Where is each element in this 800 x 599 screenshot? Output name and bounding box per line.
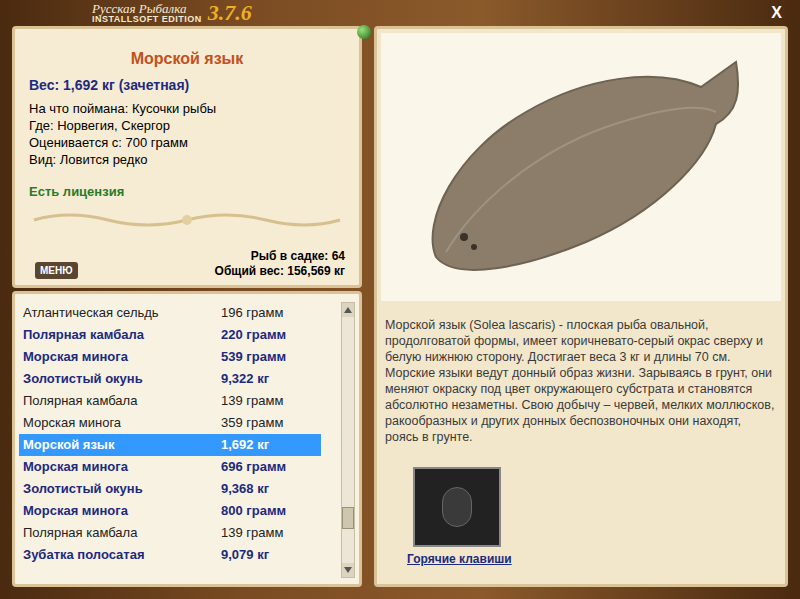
catch-name: Золотистый окунь	[23, 479, 221, 499]
fish-image	[381, 33, 781, 301]
keepnet-count: Рыб в садке: 64	[251, 249, 345, 264]
catch-weight: 220 грамм	[221, 325, 321, 345]
fish-detail: Где: Норвегия, Скергор	[29, 117, 345, 134]
scroll-down-icon[interactable]	[342, 563, 354, 577]
catch-list-panel: Атлантическая сельдь196 граммПолярная ка…	[12, 291, 362, 587]
catch-name: Золотистый окунь	[23, 369, 221, 389]
license: Есть лицензия	[29, 182, 345, 202]
catch-weight: 9,079 кг	[221, 545, 321, 565]
left-column: Морской язык Вес: 1,692 кг (зачетная) На…	[12, 26, 362, 587]
catch-row[interactable]: Морская минога539 грамм	[19, 346, 321, 368]
catch-name: Морская минога	[23, 347, 221, 367]
menu-button[interactable]: МЕНЮ	[35, 262, 78, 279]
fish-detail: Вид: Ловится редко	[29, 151, 345, 168]
fish-weight: Вес: 1,692 кг (зачетная)	[29, 75, 345, 96]
catch-name: Полярная камбала	[23, 391, 221, 411]
catch-weight: 696 грамм	[221, 457, 321, 477]
fish-detail: Оценивается с: 700 грамм	[29, 134, 345, 151]
content: Морской язык Вес: 1,692 кг (зачетная) На…	[12, 26, 788, 587]
catch-weight: 196 грамм	[221, 303, 321, 323]
catch-name: Полярная камбала	[23, 523, 221, 543]
catch-name: Полярная камбала	[23, 325, 221, 345]
catch-name: Зубатка полосатая	[23, 545, 221, 565]
hotkeys-thumbnail[interactable]	[413, 467, 501, 547]
catch-weight: 139 грамм	[221, 391, 321, 411]
pin-icon	[357, 25, 371, 39]
flourish	[29, 210, 345, 230]
catch-weight: 1,692 кг	[221, 435, 321, 455]
catch-list: Атлантическая сельдь196 граммПолярная ка…	[19, 302, 337, 578]
catch-name: Морская минога	[23, 501, 221, 521]
catch-row[interactable]: Полярная камбала220 грамм	[19, 324, 321, 346]
catch-name: Морской язык	[23, 435, 221, 455]
catch-name: Морская минога	[23, 457, 221, 477]
catch-weight: 9,322 кг	[221, 369, 321, 389]
catch-row[interactable]: Морская минога696 грамм	[19, 456, 321, 478]
fish-detail: На что поймана: Кусочки рыбы	[29, 100, 345, 117]
hotkeys-link[interactable]: Горячие клавиши	[407, 550, 512, 568]
catch-name: Атлантическая сельдь	[23, 303, 221, 323]
right-panel: Морской язык (Solea lascaris) - плоская …	[374, 26, 788, 587]
catch-row[interactable]: Золотистый окунь9,322 кг	[19, 368, 321, 390]
catch-row[interactable]: Морской язык1,692 кг	[19, 434, 321, 456]
fish-description: Морской язык (Solea lascaris) - плоская …	[377, 305, 785, 445]
edition: INSTALLSOFT EDITION	[92, 15, 202, 24]
title-bar: Русская Рыбалка INSTALLSOFT EDITION 3.7.…	[12, 0, 788, 26]
close-button[interactable]: X	[771, 1, 788, 25]
scroll-up-icon[interactable]	[342, 303, 354, 317]
hotkeys[interactable]: Горячие клавиши	[407, 467, 537, 568]
catch-row[interactable]: Морская минога800 грамм	[19, 500, 321, 522]
scroll-track[interactable]	[342, 317, 354, 563]
catch-weight: 359 грамм	[221, 413, 321, 433]
catch-weight: 139 грамм	[221, 523, 321, 543]
fish-info-panel: Морской язык Вес: 1,692 кг (зачетная) На…	[12, 26, 362, 288]
scroll-thumb[interactable]	[342, 507, 354, 529]
catch-weight: 800 грамм	[221, 501, 321, 521]
catch-row[interactable]: Полярная камбала139 грамм	[19, 390, 321, 412]
catch-weight: 539 грамм	[221, 347, 321, 367]
catch-row[interactable]: Атлантическая сельдь196 грамм	[19, 302, 321, 324]
game-window: Русская Рыбалка INSTALLSOFT EDITION 3.7.…	[0, 0, 800, 599]
scrollbar[interactable]	[341, 302, 355, 578]
catch-row[interactable]: Морская минога359 грамм	[19, 412, 321, 434]
catch-weight: 9,368 кг	[221, 479, 321, 499]
catch-name: Морская минога	[23, 413, 221, 433]
title: Русская Рыбалка	[92, 2, 202, 15]
version: 3.7.6	[208, 2, 252, 24]
fish-name: Морской язык	[29, 47, 345, 71]
catch-row[interactable]: Полярная камбала139 грамм	[19, 522, 321, 544]
catch-row[interactable]: Зубатка полосатая9,079 кг	[19, 544, 321, 566]
fish-details: На что поймана: Кусочки рыбыГде: Норвеги…	[29, 100, 345, 168]
keepnet-total: Общий вес: 156,569 кг	[215, 264, 345, 279]
catch-row[interactable]: Золотистый окунь9,368 кг	[19, 478, 321, 500]
